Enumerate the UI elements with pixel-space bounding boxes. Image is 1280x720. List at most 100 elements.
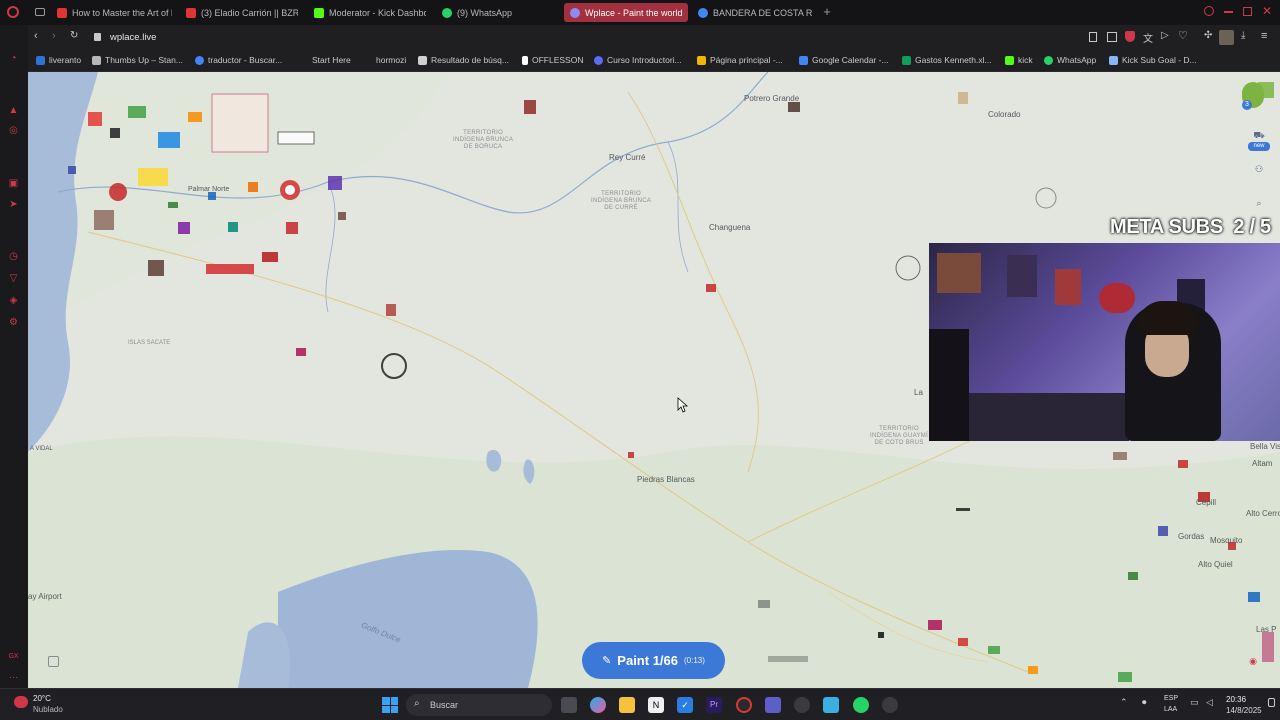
- bookmark-item[interactable]: Página principal -...: [697, 55, 783, 65]
- place-label: Palmar Norte: [188, 186, 230, 193]
- twitch-icon[interactable]: ▣: [8, 178, 19, 189]
- avatar[interactable]: [1219, 30, 1234, 45]
- back-icon[interactable]: ‹: [34, 30, 38, 42]
- tab-kick-dashboard[interactable]: Moderator - Kick Dashbo: [314, 3, 426, 22]
- snapshot-icon[interactable]: [1107, 32, 1117, 42]
- close-window-button[interactable]: ✕: [1262, 4, 1274, 18]
- notifications-icon[interactable]: [1268, 698, 1275, 707]
- language-sub: LAA: [1164, 706, 1178, 713]
- new-tab-button[interactable]: +: [820, 5, 834, 19]
- translate-icon[interactable]: 文: [1143, 30, 1153, 45]
- start-button[interactable]: [382, 697, 398, 713]
- browser-logo-icon[interactable]: [7, 6, 19, 18]
- layers-button[interactable]: [48, 656, 59, 667]
- poster: [1007, 255, 1037, 297]
- bookmark-label: Google Calendar -...: [812, 55, 889, 65]
- copilot-icon[interactable]: [590, 697, 606, 713]
- weather-temp: 20°C: [33, 694, 51, 703]
- tab-overview-icon[interactable]: [35, 8, 45, 16]
- place-label: ay Airport: [28, 592, 62, 601]
- teams-icon[interactable]: [765, 697, 781, 713]
- search-placeholder: Buscar: [430, 700, 459, 710]
- opera-gx-icon[interactable]: [736, 697, 752, 713]
- locate-icon[interactable]: ◉: [1246, 654, 1260, 668]
- cart-icon[interactable]: ⛟: [1252, 128, 1266, 142]
- notepad-icon[interactable]: [823, 697, 839, 713]
- bookmark-item[interactable]: WhatsApp: [1044, 55, 1096, 65]
- bookmark-item[interactable]: Kick Sub Goal - D...: [1109, 55, 1197, 65]
- obs-icon[interactable]: [794, 697, 810, 713]
- bookmark-item[interactable]: Google Calendar -...: [799, 55, 889, 65]
- adblock-icon[interactable]: [1125, 31, 1135, 42]
- reload-icon[interactable]: ↻: [70, 30, 78, 41]
- app-icon[interactable]: [882, 697, 898, 713]
- bookmark-item[interactable]: Curso Introductori...: [594, 55, 682, 65]
- poster: [1099, 283, 1135, 313]
- search-icon[interactable]: ⌕: [1252, 196, 1266, 210]
- play-icon[interactable]: ▷: [1161, 30, 1169, 41]
- search-box[interactable]: ⌕ Buscar: [406, 694, 552, 716]
- forward-icon[interactable]: ›: [52, 30, 56, 42]
- map-canvas[interactable]: Potrero Grande Colorado Rey Curré Changu…: [28, 72, 1280, 688]
- territory-label: TERRITORIO INDÍGENA BRUNCA DE BORUCA: [453, 130, 514, 150]
- bookmark-item[interactable]: Resultado de búsq...: [418, 55, 509, 65]
- url-field[interactable]: wplace.live: [110, 32, 156, 43]
- tab-title: (3) Eladio Carrión || BZRP: [201, 7, 298, 18]
- aria-icon[interactable]: ▲: [8, 105, 19, 116]
- bookmark-icon[interactable]: [1089, 32, 1097, 42]
- bookmark-item[interactable]: Gastos Kenneth.xl...: [902, 55, 992, 65]
- tab-whatsapp[interactable]: (9) WhatsApp: [442, 3, 552, 22]
- place-label: Colorado: [988, 110, 1021, 119]
- extensions-icon[interactable]: ◈: [8, 295, 19, 306]
- telegram-icon[interactable]: ➤: [8, 199, 19, 210]
- tab-youtube-master[interactable]: How to Master the Art of l: [57, 3, 172, 22]
- todo-icon[interactable]: ✓: [677, 697, 693, 713]
- place-label: Altam: [1252, 459, 1273, 468]
- task-view-icon[interactable]: [561, 697, 577, 713]
- wplace-icon: [570, 7, 580, 18]
- tab-wplace[interactable]: Wplace - Paint the world: [564, 3, 688, 22]
- menu-icon[interactable]: ≡: [1261, 30, 1267, 42]
- bookmark-item[interactable]: Thumbs Up – Stan...: [92, 55, 183, 65]
- paint-button[interactable]: ✎ Paint 1/66 (0:13): [582, 642, 725, 679]
- minimize-button[interactable]: [1224, 11, 1233, 13]
- desk: [969, 393, 1129, 441]
- wallet-icon[interactable]: ⤓: [1241, 30, 1245, 41]
- weather-icon[interactable]: [14, 696, 28, 708]
- instagram-icon[interactable]: ◎: [8, 125, 19, 136]
- tab-bandera[interactable]: BANDERA DE COSTA RIC: [698, 3, 812, 22]
- mic-icon[interactable]: ⏺: [1142, 697, 1147, 708]
- whatsapp-icon[interactable]: [853, 697, 869, 713]
- language-code[interactable]: ESP: [1164, 695, 1178, 702]
- search-tabs-icon[interactable]: [1204, 6, 1214, 16]
- premiere-icon[interactable]: Pr: [706, 697, 722, 713]
- settings-icon[interactable]: ⚙: [8, 317, 19, 328]
- place-label: ISLAS SACATE: [128, 340, 171, 346]
- opera-flow-icon[interactable]: ◔: [8, 53, 19, 64]
- downloads-icon[interactable]: ▽: [8, 273, 19, 284]
- tab-youtube-bzrp[interactable]: (3) Eladio Carrión || BZRP: [186, 3, 298, 22]
- bookmark-item[interactable]: kick: [1005, 55, 1033, 65]
- notion-icon[interactable]: N: [648, 697, 664, 713]
- gx-icon[interactable]: GX: [8, 651, 19, 662]
- history-icon[interactable]: ◷: [8, 251, 19, 262]
- bookmark-label: Kick Sub Goal - D...: [1122, 55, 1197, 65]
- bookmark-item[interactable]: hormozi: [376, 55, 406, 65]
- bookmark-item[interactable]: liveranto: [36, 55, 81, 65]
- bookmark-favicon-icon: [418, 55, 427, 65]
- bookmark-item[interactable]: traductor - Buscar...: [195, 55, 282, 65]
- clock-time[interactable]: 20:36: [1226, 695, 1246, 704]
- new-badge: new: [1248, 142, 1270, 151]
- extensions-puzzle-icon[interactable]: ✣: [1204, 30, 1212, 41]
- file-explorer-icon[interactable]: [619, 697, 635, 713]
- heart-icon[interactable]: ♡: [1178, 29, 1188, 42]
- bookmark-item[interactable]: Start Here: [312, 55, 351, 65]
- users-icon[interactable]: ⚇: [1252, 162, 1266, 176]
- maximize-button[interactable]: [1243, 7, 1252, 16]
- streamer-hair: [1137, 301, 1199, 335]
- network-icon[interactable]: ▭: [1190, 697, 1199, 708]
- bookmark-item[interactable]: OFFLESSON: [522, 55, 583, 65]
- more-icon[interactable]: …: [8, 670, 19, 681]
- tray-chevron-icon[interactable]: ⌃: [1120, 697, 1128, 708]
- speaker-icon[interactable]: ◁: [1206, 697, 1213, 708]
